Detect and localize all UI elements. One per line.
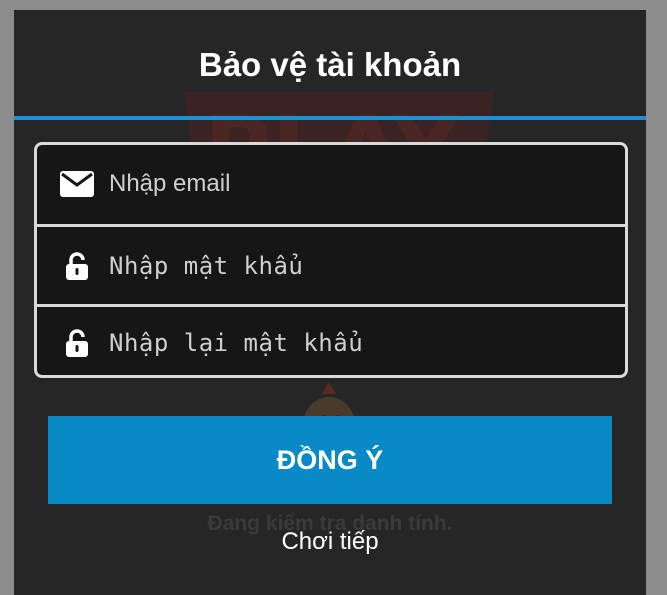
title-divider xyxy=(14,116,646,120)
dialog-title: Bảo vệ tài khoản xyxy=(198,46,462,83)
envelope-icon xyxy=(57,164,97,204)
continue-playing-link[interactable]: Chơi tiếp xyxy=(14,528,646,556)
confirm-password-row xyxy=(37,304,625,375)
lock-icon xyxy=(57,246,97,286)
confirm-button[interactable]: ĐỒNG Ý xyxy=(48,416,612,504)
lock-icon xyxy=(57,323,97,363)
confirm-password-input[interactable] xyxy=(109,322,625,363)
password-input[interactable] xyxy=(109,245,625,286)
email-input[interactable] xyxy=(109,163,625,204)
password-row xyxy=(37,224,625,304)
email-row xyxy=(37,145,625,222)
account-protection-dialog: PLAY TOGETHER VNG Đang kiểm tra danh tín… xyxy=(14,10,646,595)
account-form xyxy=(34,142,628,378)
